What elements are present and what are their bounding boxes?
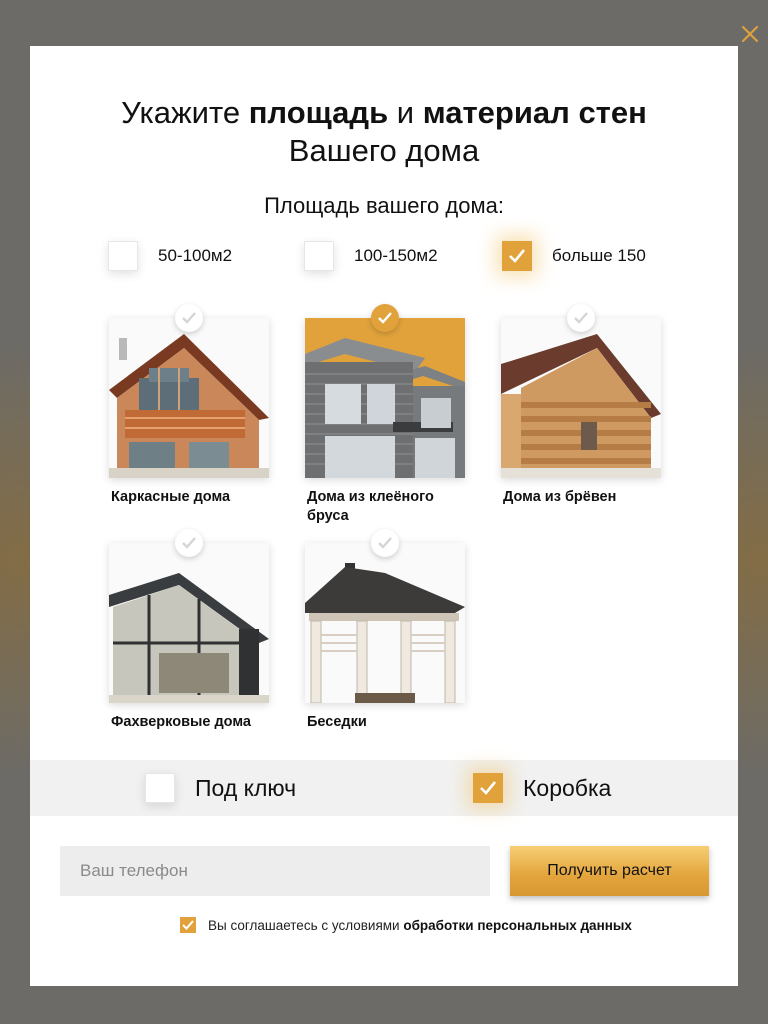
checkbox[interactable] (145, 773, 175, 803)
title-bold-material: материал стен (422, 95, 647, 130)
check-icon (182, 920, 194, 930)
checkbox[interactable] (108, 241, 138, 271)
gazebo-image (305, 543, 465, 703)
checkbox[interactable] (473, 773, 503, 803)
material-label: Дома из брёвен (503, 489, 617, 505)
check-icon (182, 537, 196, 549)
check-icon (574, 312, 588, 324)
finish-option-label: Под ключ (195, 774, 297, 801)
consent-row: Вы соглашаетесь с условиями обработки пе… (180, 916, 632, 934)
finish-option-label: Коробка (523, 774, 612, 801)
title-bold-area: площадь (248, 95, 389, 130)
area-option-label: 100-150м2 (354, 246, 438, 265)
material-label: Фахверковые дома (111, 714, 251, 730)
close-button[interactable] (738, 22, 762, 46)
area-option-150-plus[interactable]: больше 150 (502, 240, 646, 272)
material-label: Беседки (307, 714, 367, 730)
select-tick[interactable] (567, 304, 595, 332)
get-quote-button[interactable]: Получить расчет (510, 846, 709, 896)
phone-input[interactable] (60, 846, 490, 896)
glulam-house-image (305, 318, 465, 478)
area-option-label: больше 150 (552, 246, 646, 265)
close-icon (741, 25, 759, 43)
area-option-label: 50-100м2 (158, 246, 233, 265)
checkbox[interactable] (502, 241, 532, 271)
calc-modal: Укажите площадь и материал стен Вашего д… (30, 46, 738, 986)
material-label: Дома из клеёного бруса (307, 489, 434, 524)
check-icon (378, 537, 392, 549)
select-tick[interactable] (175, 529, 203, 557)
finish-option-turnkey[interactable]: Под ключ (145, 772, 296, 804)
area-option-100-150[interactable]: 100-150м2 (304, 240, 438, 272)
fachwerk-house-image (109, 543, 269, 703)
title-text: и (388, 95, 423, 130)
area-label: Площадь вашего дома: (264, 193, 504, 218)
select-tick[interactable] (371, 529, 399, 557)
log-house-image (501, 318, 661, 478)
privacy-policy-link[interactable]: обработки персональных данных (403, 918, 632, 933)
check-icon (182, 312, 196, 324)
check-icon (480, 781, 497, 795)
consent-checkbox[interactable] (180, 917, 196, 933)
check-icon (378, 312, 392, 324)
title-text: Укажите (121, 95, 249, 130)
consent-text-plain: Вы соглашаетесь с условиями (208, 917, 404, 933)
modal-title: Укажите площадь и материал стен Вашего д… (30, 94, 738, 170)
select-tick[interactable] (371, 304, 399, 332)
checkbox[interactable] (304, 241, 334, 271)
finish-option-shell[interactable]: Коробка (473, 772, 611, 804)
material-label: Каркасные дома (111, 489, 231, 505)
finish-options-band: Под ключ Коробка (30, 760, 738, 816)
area-option-50-100[interactable]: 50-100м2 (108, 240, 232, 272)
frame-house-image (109, 318, 269, 478)
consent-text: Вы соглашаетесь с условиями обработки пе… (208, 918, 632, 933)
check-icon (509, 249, 526, 263)
title-line2: Вашего дома (288, 133, 480, 168)
select-tick[interactable] (175, 304, 203, 332)
